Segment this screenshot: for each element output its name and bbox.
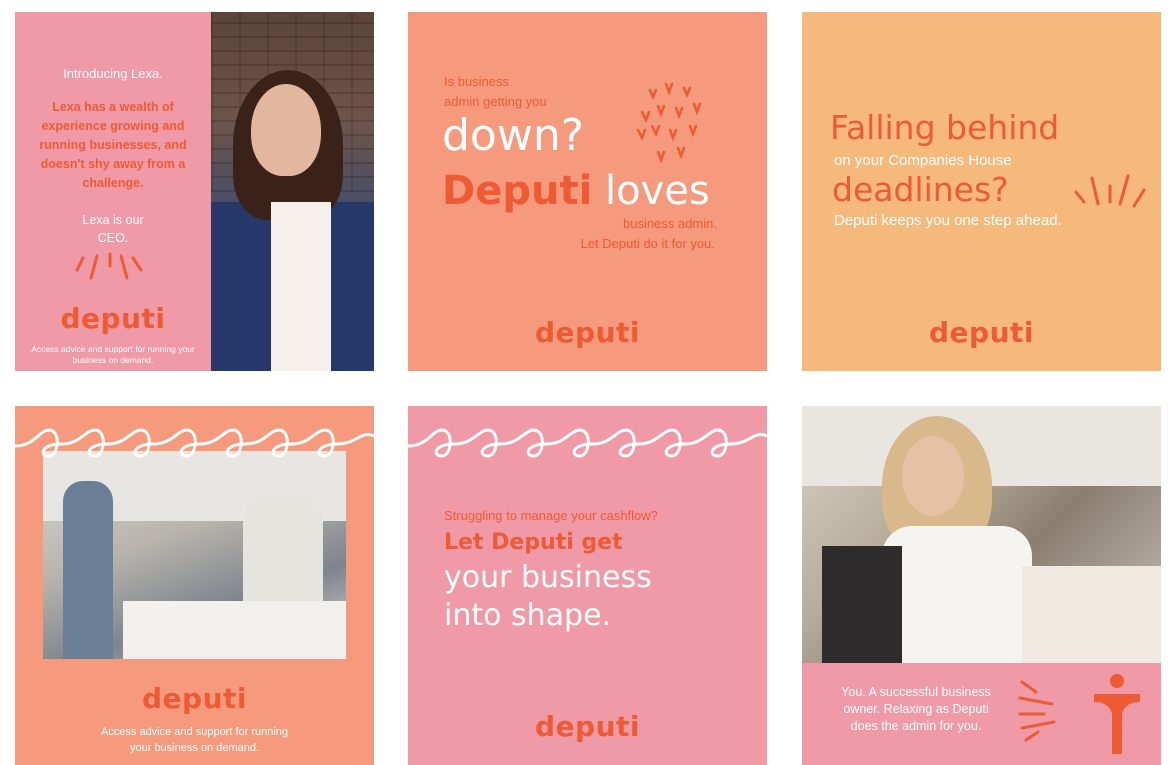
headline-let-deputi: Let Deputi get [444,530,623,555]
tagline-line: Access advice and support for running yo… [31,344,195,354]
post-tile-companies-house[interactable]: Falling behind on your Companies House d… [802,12,1161,371]
bio-line: running businesses, and [39,138,187,152]
body-line-2: Let Deputi do it for you. [580,236,715,251]
intro-line-1: Is business [444,74,510,89]
intro-line-2: admin getting you [444,94,547,109]
headline-deputi: Deputi [442,168,593,214]
body-line-1: business admin. [623,216,717,231]
post-tile-cashflow[interactable]: Struggling to manage your cashflow? Let … [408,406,767,765]
headline-deputi-loves: Deputi loves [442,168,710,214]
headline-into-shape: into shape. [444,598,612,633]
tagline-line: business on demand. [72,355,154,365]
headline-falling-behind: Falling behind [830,108,1060,147]
intro-heading: Introducing Lexa. [63,66,163,81]
bio-line: Lexa has a wealth of [52,100,174,114]
subline-companies-house: on your Companies House [834,152,1012,169]
deputi-logo: deputi [929,316,1034,349]
tagline: Access advice and support for running yo… [15,344,211,366]
bio-line: doesn't shy away from a [40,157,186,171]
post-tile-team-photo[interactable]: deputi Access advice and support for run… [15,406,374,765]
headline-deadlines: deadlines? [832,170,1009,209]
hearts-icon [636,82,702,164]
headline-loves: loves [605,168,710,214]
caption-line: owner. Relaxing as Deputi [843,702,989,716]
bio-line: challenge. [82,176,144,190]
caption-line: You. A successful business [841,685,991,699]
sparkle-icon [1018,680,1056,742]
deputi-logo: deputi [535,316,640,349]
role-text: Lexa is our CEO. [15,211,211,247]
deputi-t-mark-icon [1094,674,1140,754]
deputi-logo: deputi [142,682,247,715]
headline-your-business: your business [444,560,652,595]
post-tile-business-admin[interactable]: Is business admin getting you down? Depu… [408,12,767,371]
woman-with-phone-photo [802,406,1161,663]
tagline-line: your business on demand. [129,742,260,754]
lexa-bio: Lexa has a wealth of experience growing … [15,98,211,193]
tagline: Access advice and support for running yo… [15,724,374,756]
caption-line: does the admin for you. [850,719,982,733]
role-line: Lexa is our [82,213,144,227]
subline-step-ahead: Deputi keeps you one step ahead. [834,212,1062,229]
tagline-line: Access advice and support for running [100,726,289,738]
ceo-photo [211,12,374,371]
squiggle-icon [408,428,767,458]
deputi-logo: deputi [60,302,166,335]
post-tile-introducing-lexa[interactable]: Introducing Lexa. Lexa has a wealth of e… [15,12,374,371]
sparkle-icon [1074,174,1146,208]
caption: You. A successful business owner. Relaxi… [816,684,1016,735]
team-photo [43,451,346,659]
headline-down: down? [442,110,585,161]
post-tile-relaxing-owner[interactable]: You. A successful business owner. Relaxi… [802,406,1161,765]
question-line: Struggling to manage your cashflow? [444,508,658,523]
squiggle-icon [15,428,374,458]
deputi-logo: deputi [535,710,640,743]
bio-line: experience growing and [41,119,185,133]
role-line: CEO. [97,231,129,245]
sparkle-icon [75,252,143,280]
